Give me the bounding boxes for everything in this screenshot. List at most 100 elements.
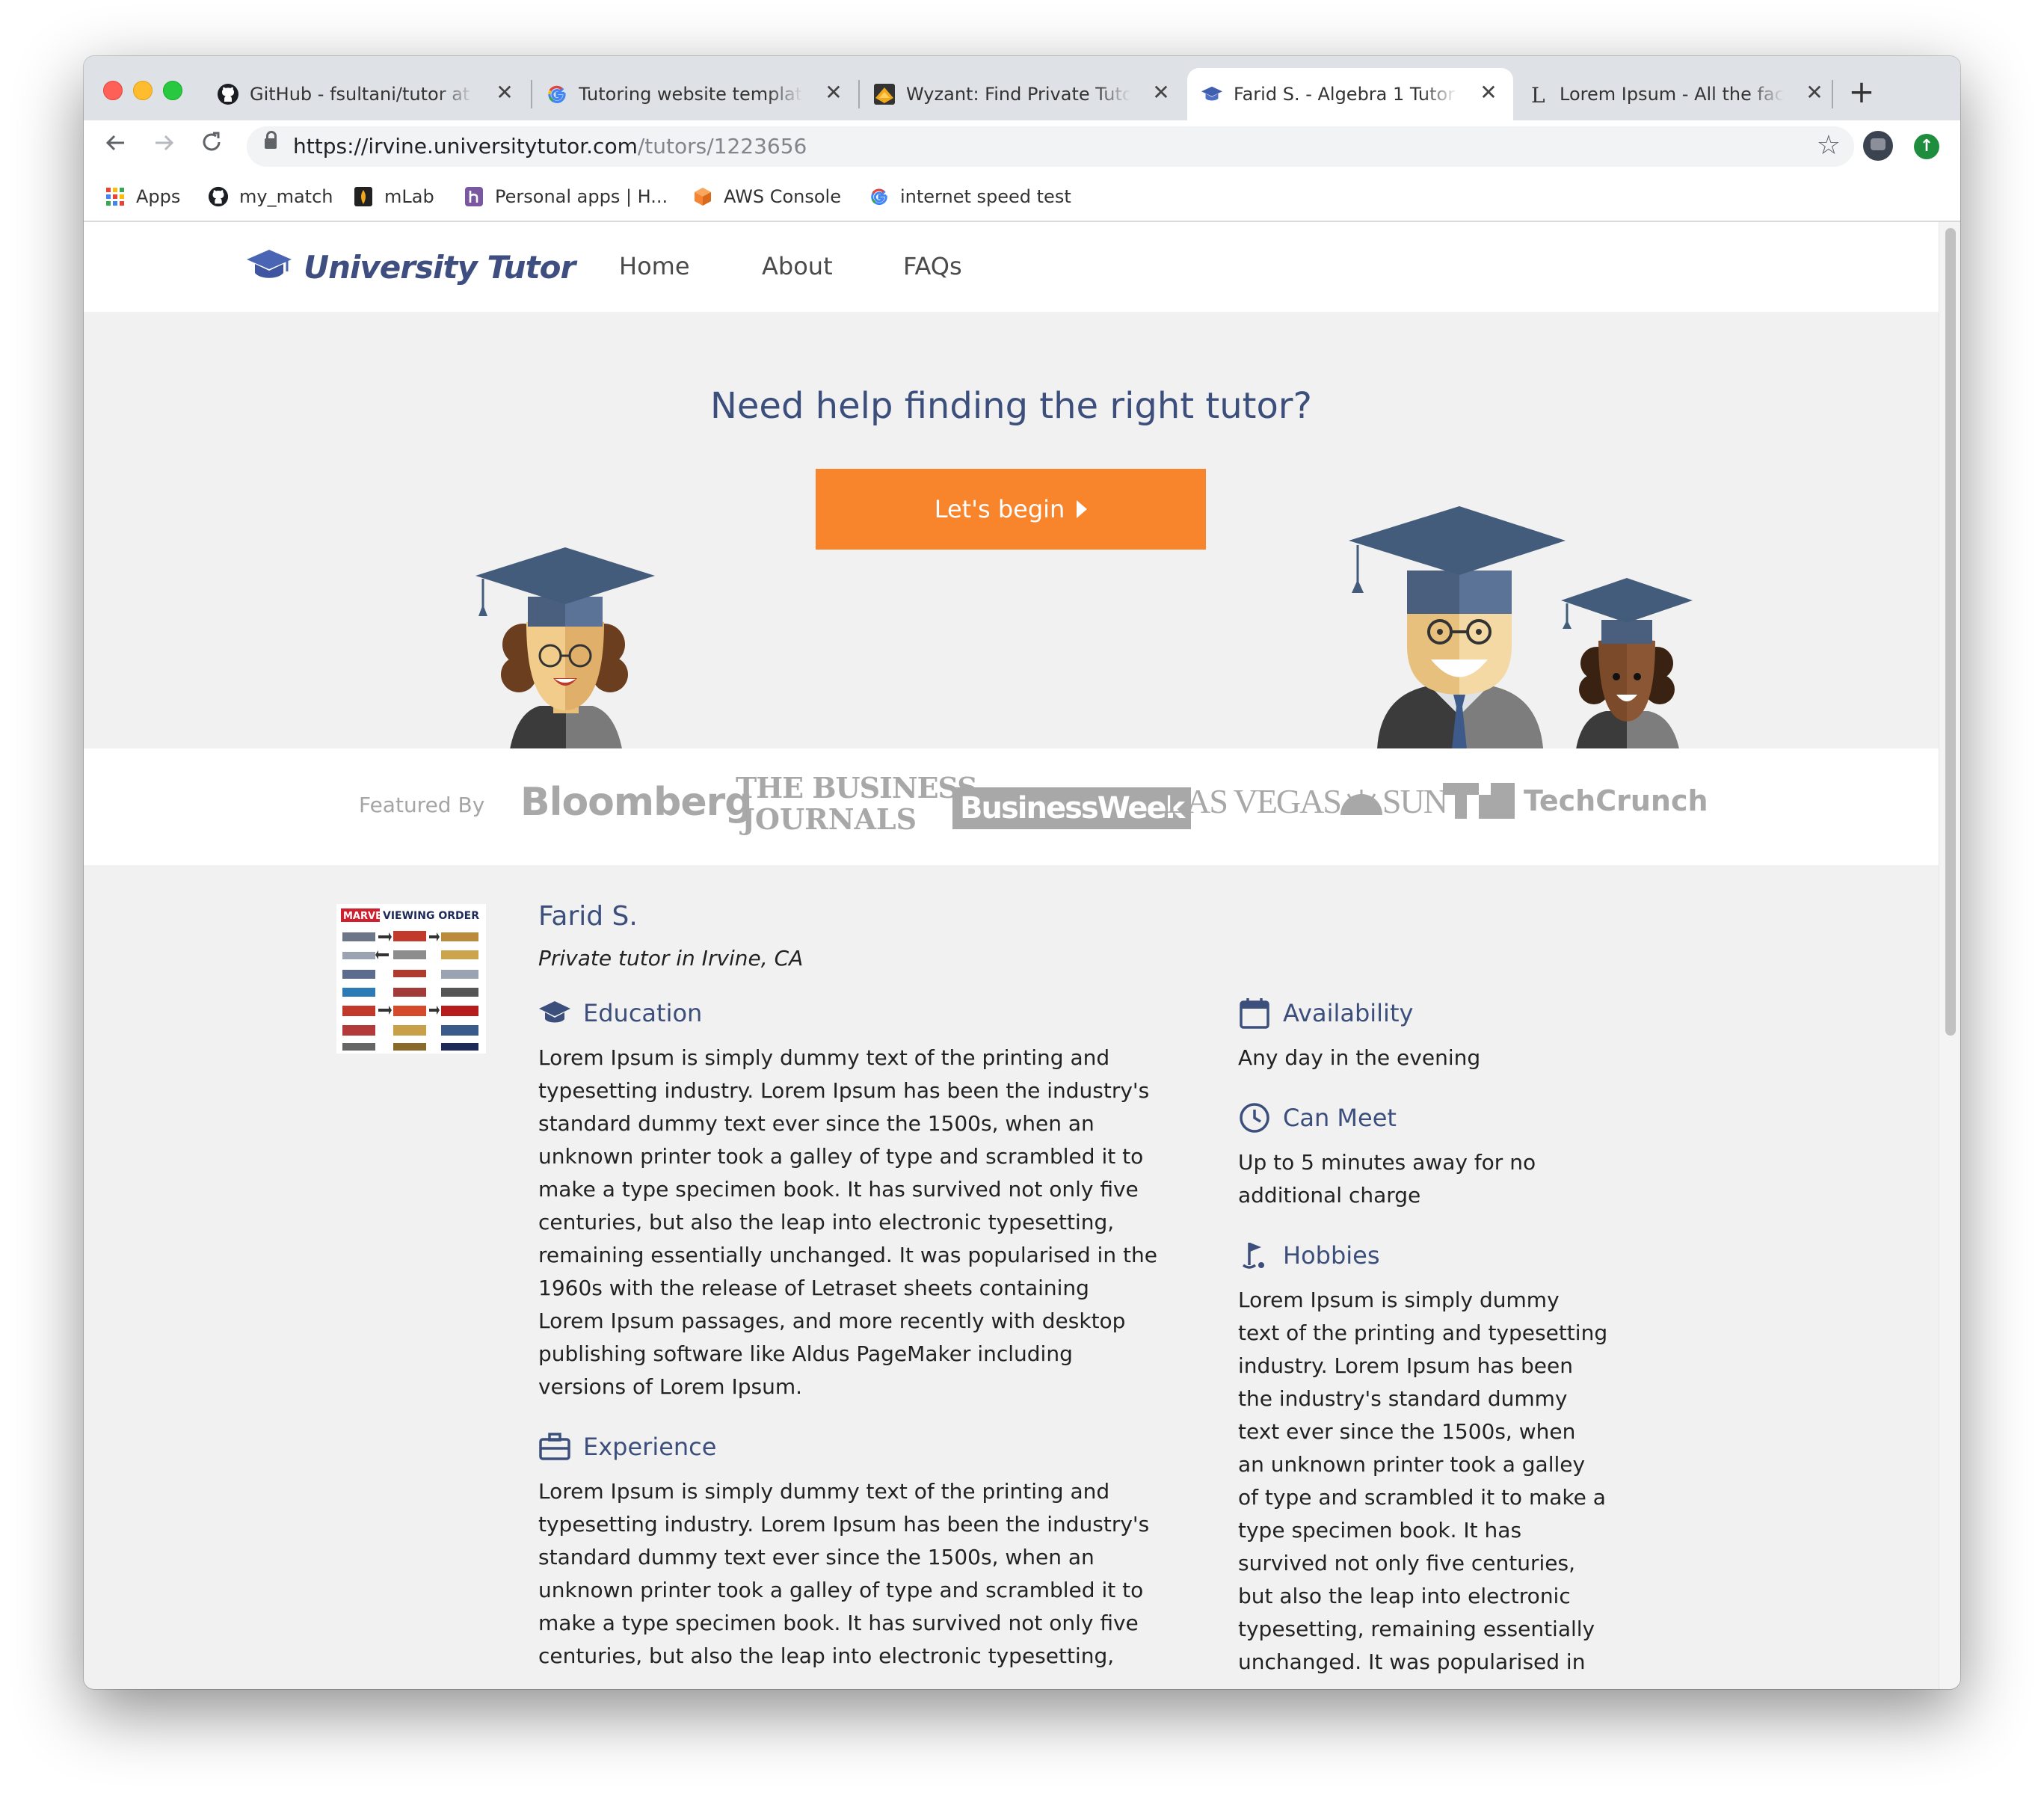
education-text: Lorem Ipsum is simply dummy text of the … — [538, 1042, 1196, 1403]
tab-close-icon[interactable]: ✕ — [821, 80, 846, 105]
tab-title: Lorem Ipsum - All the facts - — [1560, 84, 1784, 105]
bookmark-apps[interactable]: Apps — [105, 183, 180, 210]
site-header: University Tutor Home About FAQs — [84, 222, 1939, 312]
arrow-right-icon — [156, 135, 174, 151]
experience-heading-text: Experience — [583, 1433, 717, 1461]
tab-close-icon[interactable]: ✕ — [1802, 80, 1827, 105]
hobbies-line: typesetting, remaining essentially — [1238, 1617, 1595, 1641]
aws-icon — [692, 186, 713, 207]
bookmark-label: my_match — [239, 186, 333, 207]
availability-text: Any day in the evening — [1238, 1045, 1481, 1070]
education-line: publishing software like Aldus PageMaker… — [538, 1341, 1073, 1366]
bookmark-internet-speed-test[interactable]: internet speed test — [869, 183, 1071, 210]
address-bar[interactable]: https://irvine.universitytutor.com/tutor… — [247, 126, 1854, 167]
education-line: Lorem Ipsum is simply dummy text of the … — [538, 1045, 1110, 1070]
tab-title: Tutoring website template - — [579, 84, 803, 105]
hobbies-line: Lorem Ipsum is simply dummy — [1238, 1288, 1560, 1312]
business-journals-line-2: JOURNALS — [741, 802, 917, 836]
education-line: standard dummy text ever since the 1500s… — [538, 1111, 1095, 1136]
bookmarks-bar: Apps my_match mLab Personal apps | H... … — [84, 173, 1960, 222]
experience-heading: Experience — [538, 1430, 716, 1463]
url-text[interactable]: https://irvine.universitytutor.com/tutor… — [293, 134, 807, 159]
graduate-man-illustration — [1349, 506, 1566, 749]
brand-logo[interactable]: University Tutor — [245, 245, 576, 289]
nav-about[interactable]: About — [762, 252, 833, 280]
tab-github[interactable]: GitHub - fsultani/tutor at w ✕ — [203, 68, 529, 120]
tutor-location: Private tutor in Irvine, CA — [538, 946, 804, 971]
graduate-girl-illustration — [1561, 578, 1693, 749]
nav-faqs[interactable]: FAQs — [903, 252, 962, 280]
bookmark-personal-apps[interactable]: Personal apps | H... — [464, 183, 668, 210]
education-line: Lorem Ipsum passages, and more recently … — [538, 1308, 1126, 1333]
can-meet-heading: Can Meet — [1238, 1101, 1397, 1134]
tab-tutoring-template[interactable]: Tutoring website template - ✕ — [532, 68, 858, 120]
bookmark-aws-console[interactable]: AWS Console — [692, 183, 841, 210]
tutor-photo[interactable]: MARVEL VIEWING ORDER — [336, 904, 486, 1054]
graduate-woman-illustration — [475, 547, 655, 749]
education-line: unknown printer took a galley of type an… — [538, 1144, 1144, 1169]
press-logo-businessweek: BusinessWeek — [952, 787, 1192, 829]
experience-line: centuries, but also the leap into electr… — [538, 1643, 1115, 1668]
back-button[interactable] — [99, 129, 133, 164]
forward-button[interactable] — [147, 129, 181, 164]
hobbies-line: survived not only five centuries, — [1238, 1551, 1575, 1575]
url-path: /tutors/1223656 — [637, 134, 807, 159]
bookmark-label: internet speed test — [900, 186, 1071, 207]
tab-farid-profile[interactable]: Farid S. - Algebra 1 Tutor in ✕ — [1187, 68, 1513, 120]
lets-begin-button[interactable]: Let's begin — [816, 469, 1206, 550]
education-line: make a type specimen book. It has surviv… — [538, 1177, 1139, 1202]
bookmark-label: Personal apps | H... — [495, 186, 668, 207]
scrollbar-thumb[interactable] — [1945, 228, 1956, 1036]
nav-home[interactable]: Home — [619, 252, 690, 280]
mlab-icon — [353, 186, 374, 207]
brand-name: University Tutor — [304, 248, 576, 286]
tab-close-icon[interactable]: ✕ — [1476, 80, 1501, 105]
featured-by-section: Featured By Bloomberg THE BUSINESS JOURN… — [84, 748, 1939, 865]
marvel-viewing-order-image: MARVEL VIEWING ORDER — [336, 904, 486, 1054]
can-meet-heading-text: Can Meet — [1283, 1104, 1397, 1132]
reload-button[interactable] — [194, 129, 229, 164]
google-icon — [546, 83, 568, 105]
profile-avatar[interactable] — [1863, 131, 1893, 161]
tab-close-icon[interactable]: ✕ — [1148, 80, 1174, 105]
bookmark-mlab[interactable]: mLab — [353, 183, 434, 210]
featured-by-label: Featured By — [359, 793, 485, 817]
tab-title: Farid S. - Algebra 1 Tutor in — [1234, 84, 1458, 105]
minimize-window-button[interactable] — [133, 81, 153, 100]
close-window-button[interactable] — [103, 81, 123, 100]
education-line: 1960s with the release of Letraset sheet… — [538, 1276, 1089, 1300]
tutor-profile: MARVEL VIEWING ORDER Farid S. Private tu… — [84, 865, 1939, 1689]
new-tab-button[interactable]: + — [1845, 76, 1878, 110]
bookmark-star-icon[interactable]: ☆ — [1817, 131, 1841, 161]
tab-wyzant[interactable]: Wyzant: Find Private Tutors ✕ — [860, 68, 1186, 120]
google-icon — [869, 186, 890, 207]
hobbies-line: text of the printing and typesetting — [1238, 1320, 1608, 1345]
press-logo-las-vegas-sun: LAS VEGAS SUN — [1166, 781, 1448, 821]
cta-label: Let's begin — [934, 495, 1065, 523]
calendar-icon — [1238, 997, 1271, 1030]
heroku-icon — [464, 186, 484, 207]
experience-line: typesetting industry. Lorem Ipsum has be… — [538, 1512, 1150, 1537]
bookmark-my-match[interactable]: my_match — [208, 183, 333, 210]
zoom-window-button[interactable] — [163, 81, 182, 100]
can-meet-line: Up to 5 minutes away for no — [1238, 1150, 1536, 1175]
browser-window: GitHub - fsultani/tutor at w ✕ Tutoring … — [84, 56, 1960, 1689]
tab-lorem-ipsum[interactable]: L Lorem Ipsum - All the facts - ✕ — [1513, 68, 1839, 120]
bookmark-label: mLab — [384, 186, 434, 207]
hobbies-line: the industry's standard dummy — [1238, 1386, 1568, 1411]
tab-close-icon[interactable]: ✕ — [492, 80, 517, 105]
page-scrollbar[interactable] — [1939, 222, 1960, 1689]
education-line: typesetting industry. Lorem Ipsum has be… — [538, 1078, 1150, 1103]
hobbies-line: unchanged. It was popularised in — [1238, 1649, 1586, 1674]
techcrunch-tc-icon — [1443, 783, 1515, 819]
education-heading-text: Education — [583, 999, 703, 1027]
techcrunch-text: TechCrunch — [1524, 784, 1708, 817]
update-arrow-icon[interactable]: ↑ — [1914, 134, 1939, 159]
education-line: centuries, but also the leap into electr… — [538, 1210, 1115, 1234]
golf-flag-icon — [1238, 1239, 1271, 1272]
education-heading: Education — [538, 997, 702, 1030]
tab-title: GitHub - fsultani/tutor at w — [250, 84, 474, 105]
sunburst-icon — [1340, 790, 1382, 815]
url-host: https://irvine.universitytutor.com — [293, 134, 638, 159]
page-viewport: University Tutor Home About FAQs Need he… — [84, 222, 1939, 1689]
